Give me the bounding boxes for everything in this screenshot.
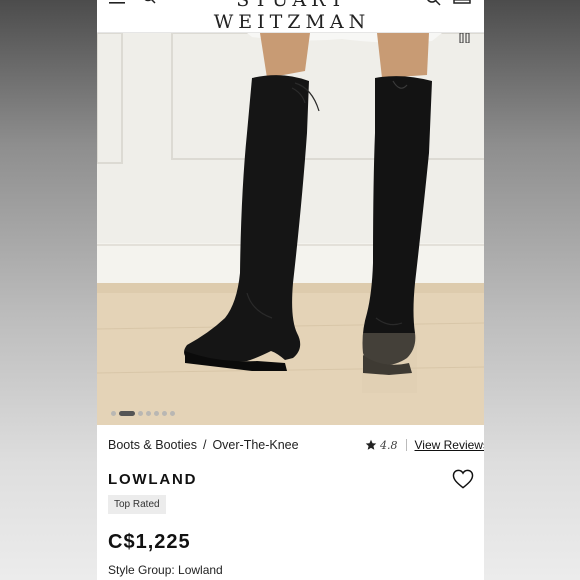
product-title: LOWLAND <box>108 471 198 488</box>
rating-score: 4.8 <box>380 438 398 452</box>
breadcrumb-link-subcategory[interactable]: Over-The-Knee <box>212 438 298 452</box>
star-icon <box>365 439 377 450</box>
menu-icon[interactable] <box>109 0 125 4</box>
status-badge: Top Rated <box>108 495 166 514</box>
background-left <box>0 0 97 580</box>
carousel-dot[interactable] <box>170 410 175 416</box>
brand-logo[interactable]: STUART WEITZMAN <box>197 0 387 32</box>
carousel-dot[interactable] <box>162 410 167 416</box>
carousel-dot[interactable] <box>111 410 116 416</box>
carousel-indicators <box>111 409 175 417</box>
bag-icon[interactable] <box>453 0 471 4</box>
pause-icon[interactable] <box>458 33 472 43</box>
rating-divider <box>405 439 407 451</box>
location-icon[interactable] <box>142 0 156 4</box>
style-group: Style Group: Lowland <box>108 563 223 577</box>
carousel-dot[interactable] <box>146 410 151 416</box>
carousel-dot-active[interactable] <box>119 410 135 416</box>
breadcrumb-separator: / <box>202 438 207 452</box>
search-icon[interactable] <box>425 0 441 6</box>
background-right <box>484 0 580 580</box>
view-reviews-link[interactable]: View Reviews <box>415 438 485 452</box>
product-image-carousel[interactable] <box>97 33 484 425</box>
carousel-dot[interactable] <box>154 410 159 416</box>
product-price: C$1,225 <box>108 531 191 553</box>
breadcrumb: Boots & Booties / Over-The-Knee <box>108 438 299 452</box>
carousel-dot[interactable] <box>138 410 143 416</box>
product-page: STUART WEITZMAN Boots & Booties / Over-T… <box>97 0 484 580</box>
breadcrumb-link-category[interactable]: Boots & Booties <box>108 438 197 452</box>
heart-icon[interactable] <box>452 469 474 489</box>
site-header: STUART WEITZMAN <box>97 0 484 33</box>
product-photo <box>97 33 484 425</box>
rating-summary: 4.8 View Reviews <box>365 438 484 452</box>
